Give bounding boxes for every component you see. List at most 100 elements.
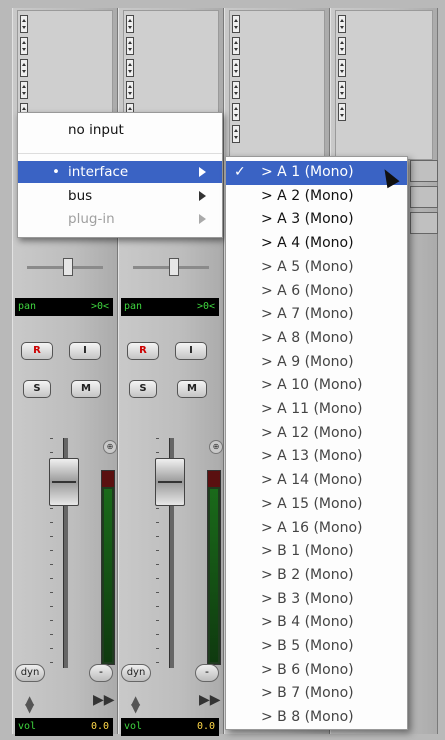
menu-item-label: no input — [68, 122, 124, 138]
pan-knob[interactable] — [169, 258, 179, 276]
mute-button[interactable]: M — [71, 380, 101, 398]
automation-mode-button[interactable]: - — [195, 664, 219, 682]
submenu-item[interactable]: > A 12 (Mono) — [226, 422, 407, 446]
insert-selector-icon[interactable] — [338, 59, 346, 77]
pan-label: pan — [18, 301, 37, 312]
submenu-item-label: > B 5 (Mono) — [261, 638, 354, 654]
submenu-item[interactable]: > A 14 (Mono) — [226, 469, 407, 493]
solo-button[interactable]: S — [23, 380, 51, 398]
insert-selector-icon[interactable] — [232, 37, 240, 55]
insert-selector-icon[interactable] — [338, 37, 346, 55]
submenu-item-label: > A 9 (Mono) — [261, 353, 354, 370]
submenu-item[interactable]: > A 5 (Mono) — [226, 256, 407, 280]
insert-selector-icon[interactable] — [20, 15, 28, 33]
inserts-panel — [229, 10, 325, 160]
record-enable-button[interactable]: R — [21, 342, 53, 360]
volume-fader[interactable] — [155, 458, 185, 506]
up-down-arrows-icon[interactable]: ▲ ▼ — [25, 694, 34, 714]
pan-slider[interactable] — [133, 258, 209, 276]
pan-display: pan >0< — [15, 298, 113, 316]
insert-selector-icon[interactable] — [126, 37, 134, 55]
submenu-item-label: > A 1 (Mono) — [261, 164, 354, 180]
insert-selector-icon[interactable] — [126, 59, 134, 77]
up-down-arrows-icon[interactable]: ▲ ▼ — [131, 694, 140, 714]
insert-selector-icon[interactable] — [126, 81, 134, 99]
input-monitor-button[interactable]: I — [69, 342, 101, 360]
insert-selector-icon[interactable] — [232, 125, 240, 143]
submenu-item[interactable]: > B 3 (Mono) — [226, 588, 407, 612]
input-monitor-button[interactable]: I — [175, 342, 207, 360]
insert-selector-icon[interactable] — [338, 15, 346, 33]
insert-selector-icon[interactable] — [20, 59, 28, 77]
pan-slider[interactable] — [27, 258, 103, 276]
fader-group-icon: ⊕ — [103, 440, 117, 454]
insert-selector-icon[interactable] — [232, 81, 240, 99]
submenu-arrow-icon — [199, 191, 206, 201]
submenu-item[interactable]: > B 8 (Mono) — [226, 706, 407, 730]
submenu-item-label: > A 12 (Mono) — [261, 424, 363, 441]
submenu-item-label: > B 6 (Mono) — [261, 661, 354, 678]
submenu-item-label: > B 3 (Mono) — [261, 590, 354, 607]
submenu-item[interactable]: > A 7 (Mono) — [226, 303, 407, 327]
submenu-item[interactable]: > A 13 (Mono) — [226, 445, 407, 469]
insert-selector-icon[interactable] — [232, 59, 240, 77]
submenu-item[interactable]: > B 1 (Mono) — [226, 540, 407, 564]
submenu-item[interactable]: > A 8 (Mono) — [226, 327, 407, 351]
submenu-item-label: > B 1 (Mono) — [261, 543, 354, 560]
vol-label: vol — [124, 721, 143, 732]
fast-forward-icon[interactable]: ▶▶ — [199, 692, 221, 708]
dyn-button[interactable]: dyn — [15, 664, 45, 682]
insert-selector-icon[interactable] — [338, 81, 346, 99]
menu-item-interface[interactable]: • interface — [18, 161, 222, 183]
insert-selector-icon[interactable] — [20, 37, 28, 55]
insert-selector-icon[interactable] — [126, 15, 134, 33]
submenu-item[interactable]: > A 2 (Mono) — [226, 185, 407, 209]
menu-item-bus[interactable]: bus — [18, 185, 222, 207]
menu-item-label: bus — [68, 188, 93, 204]
mute-button[interactable]: M — [177, 380, 207, 398]
submenu-item[interactable]: > B 2 (Mono) — [226, 564, 407, 588]
fader-group-icon: ⊕ — [209, 440, 223, 454]
automation-mode-button[interactable]: - — [89, 664, 113, 682]
submenu-item[interactable]: > A 3 (Mono) — [226, 208, 407, 232]
submenu-item[interactable]: > B 5 (Mono) — [226, 635, 407, 659]
submenu-arrow-icon — [199, 214, 206, 224]
volume-display: vol 0.0 — [15, 718, 113, 736]
fast-forward-icon[interactable]: ▶▶ — [93, 692, 115, 708]
submenu-item-label: > A 10 (Mono) — [261, 377, 363, 394]
insert-selector-icon[interactable] — [232, 15, 240, 33]
vol-value: 0.0 — [196, 721, 215, 732]
insert-selector-icon[interactable] — [232, 103, 240, 121]
dyn-button[interactable]: dyn — [121, 664, 151, 682]
submenu-item[interactable]: > A 16 (Mono) — [226, 517, 407, 541]
solo-button[interactable]: S — [129, 380, 157, 398]
submenu-item[interactable]: > A 6 (Mono) — [226, 280, 407, 304]
submenu-item-label: > A 15 (Mono) — [261, 495, 363, 512]
submenu-item[interactable]: > A 11 (Mono) — [226, 398, 407, 422]
insert-selector-icon[interactable] — [20, 81, 28, 99]
volume-fader[interactable] — [49, 458, 79, 506]
submenu-item[interactable]: > A 9 (Mono) — [226, 351, 407, 375]
submenu-item-label: > A 5 (Mono) — [261, 258, 354, 275]
interface-submenu: ✓ > A 1 (Mono) > A 2 (Mono) > A 3 (Mono) > A… — [225, 156, 408, 730]
submenu-item-label: > A 6 (Mono) — [261, 282, 354, 299]
io-slot[interactable] — [410, 212, 438, 234]
io-slot[interactable] — [410, 186, 438, 208]
submenu-item-label: > A 11 (Mono) — [261, 401, 363, 417]
record-enable-button[interactable]: R — [127, 342, 159, 360]
insert-selector-icon[interactable] — [338, 103, 346, 121]
submenu-item[interactable]: > A 4 (Mono) — [226, 232, 407, 256]
menu-item-no-input[interactable]: no input — [18, 119, 222, 141]
submenu-item[interactable]: > B 7 (Mono) — [226, 682, 407, 706]
pan-knob[interactable] — [63, 258, 73, 276]
submenu-item[interactable]: > A 10 (Mono) — [226, 374, 407, 398]
submenu-item-label: > B 7 (Mono) — [261, 685, 354, 702]
submenu-item[interactable]: > A 15 (Mono) — [226, 493, 407, 517]
checkmark-icon: ✓ — [234, 164, 246, 180]
submenu-arrow-icon — [199, 167, 206, 177]
submenu-item[interactable]: > B 4 (Mono) — [226, 611, 407, 635]
io-slot[interactable] — [410, 160, 438, 182]
submenu-item-label: > A 8 (Mono) — [261, 329, 354, 346]
vol-label: vol — [18, 721, 37, 732]
submenu-item[interactable]: > B 6 (Mono) — [226, 659, 407, 683]
